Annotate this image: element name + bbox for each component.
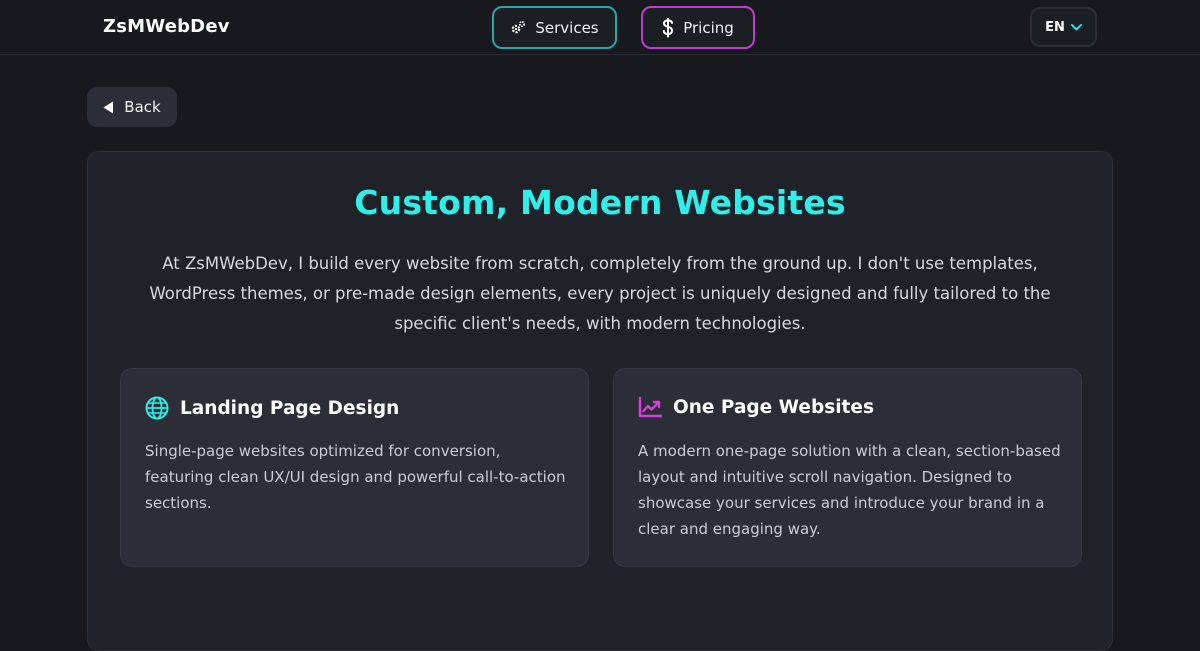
intro-paragraph: At ZsMWebDev, I build every website from…	[149, 254, 1051, 333]
services-nav-button[interactable]: Services	[492, 6, 617, 49]
service-card-landing-page: Landing Page Design Single-page websites…	[120, 368, 589, 567]
card-header: One Page Websites	[638, 396, 874, 418]
dollar-icon	[662, 17, 674, 38]
caret-left-icon	[103, 101, 114, 114]
card-description: Single-page websites optimized for conve…	[145, 442, 566, 512]
card-description: A modern one-page solution with a clean,…	[638, 442, 1061, 538]
language-label: EN	[1045, 19, 1065, 35]
card-title: Landing Page Design	[180, 397, 400, 419]
globe-icon	[145, 396, 169, 420]
page-title: Custom, Modern Websites	[354, 183, 846, 222]
pricing-nav-button[interactable]: Pricing	[641, 6, 755, 49]
service-card-one-page: One Page Websites A modern one-page solu…	[613, 368, 1082, 567]
top-navbar: ZsMWebDev Services Pricing EN	[0, 0, 1200, 55]
back-label: Back	[124, 98, 161, 116]
chevron-down-icon	[1070, 23, 1082, 31]
trending-chart-icon	[638, 396, 662, 418]
language-selector[interactable]: EN	[1030, 7, 1097, 47]
services-label: Services	[535, 18, 599, 37]
gears-icon	[510, 20, 526, 36]
card-header: Landing Page Design	[145, 396, 399, 420]
back-button[interactable]: Back	[87, 87, 177, 127]
site-logo[interactable]: ZsMWebDev	[103, 16, 230, 37]
card-title: One Page Websites	[673, 396, 874, 418]
pricing-label: Pricing	[683, 18, 734, 37]
